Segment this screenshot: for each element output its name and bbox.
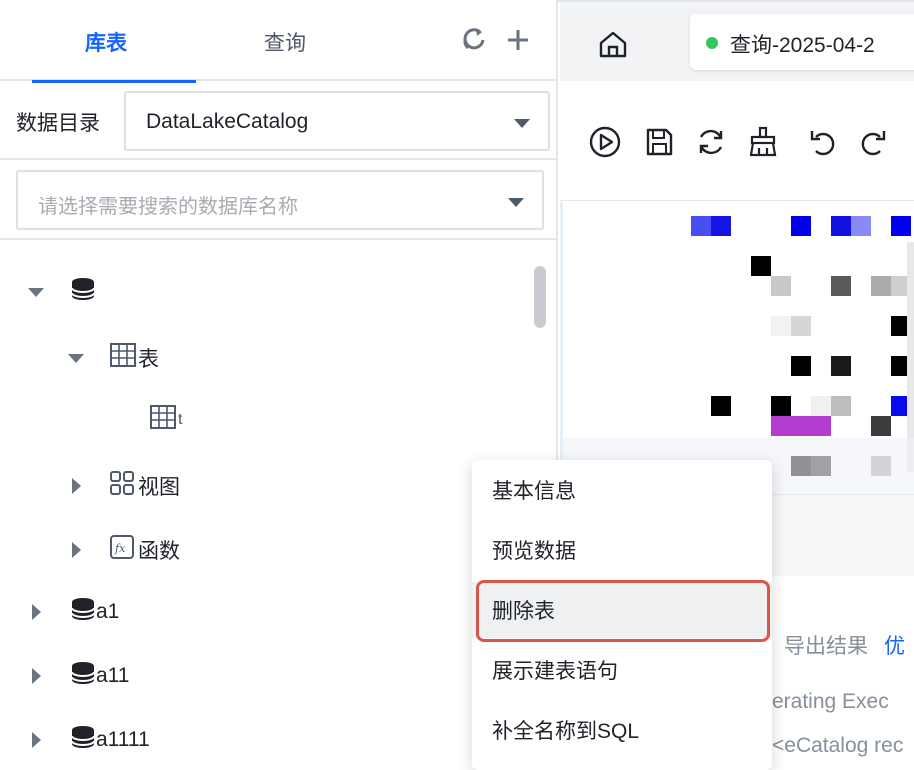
tree-label-db: a1111	[96, 728, 150, 751]
tab-actions	[460, 24, 532, 56]
tree-label-table-item: t	[178, 411, 183, 428]
catalog-row: 数据目录 DataLakeCatalog	[0, 81, 556, 160]
status-dot	[706, 37, 718, 49]
query-tab-label: 查询-2025-04-2	[730, 34, 875, 57]
redacted-block	[711, 216, 731, 236]
chevron-down-icon	[508, 198, 524, 207]
editor-toolbar	[560, 81, 914, 201]
caret-down-icon[interactable]	[28, 287, 44, 297]
redacted-block	[851, 216, 871, 236]
catalog-label: 数据目录	[16, 112, 100, 135]
caret-right-icon[interactable]	[72, 542, 81, 558]
redacted-block	[771, 416, 831, 436]
tree-scrollbar-thumb[interactable]	[534, 266, 546, 328]
menu-item-basic-info[interactable]: 基本信息	[472, 462, 772, 518]
caret-down-icon[interactable]	[68, 353, 84, 363]
menu-item-delete-table[interactable]: 删除表	[472, 582, 772, 638]
redacted-block	[691, 216, 711, 236]
tree-label-functions: 函数	[138, 540, 180, 563]
redacted-block	[831, 356, 851, 376]
result-actions: 导出结果优	[784, 630, 905, 660]
refresh-icon[interactable]	[460, 24, 488, 56]
add-icon[interactable]	[504, 24, 532, 56]
save-icon[interactable]	[642, 125, 676, 159]
redacted-block	[771, 396, 791, 416]
redo-icon[interactable]	[856, 125, 890, 159]
sync-icon[interactable]	[694, 125, 728, 159]
tree-label-tables: 表	[138, 348, 159, 371]
clear-brush-icon[interactable]	[746, 125, 780, 159]
redacted-block	[831, 396, 851, 416]
caret-right-icon[interactable]	[32, 732, 41, 748]
caret-right-icon[interactable]	[32, 604, 41, 620]
tree-node-db-a11[interactable]: a11	[32, 656, 129, 696]
query-tab[interactable]: 查询-2025-04-2	[690, 14, 914, 70]
export-result-link[interactable]: 导出结果	[784, 635, 868, 658]
redacted-block	[871, 276, 891, 296]
log-line: erating Exec	[772, 690, 889, 713]
tab-queries[interactable]: 查询	[196, 2, 374, 81]
optimize-link[interactable]: 优	[884, 635, 905, 658]
database-search-placeholder: 请选择需要搜索的数据库名称	[38, 196, 298, 218]
editor-tab-bar: 查询-2025-04-2	[560, 2, 914, 81]
tab-tables[interactable]: 库表	[16, 2, 196, 83]
menu-item-preview-data[interactable]: 预览数据	[472, 522, 772, 578]
menu-item-show-ddl[interactable]: 展示建表语句	[472, 642, 772, 698]
context-menu: 基本信息 预览数据 删除表 展示建表语句 补全名称到SQL	[472, 460, 772, 770]
table-icon	[150, 405, 176, 435]
tree-node-table-item[interactable]: t	[150, 400, 184, 440]
redacted-block	[791, 316, 811, 336]
redacted-block	[831, 216, 851, 236]
redacted-block	[811, 396, 831, 416]
caret-right-icon[interactable]	[32, 668, 41, 684]
catalog-value: DataLakeCatalog	[146, 110, 309, 133]
home-icon[interactable]	[596, 28, 630, 60]
database-search-select[interactable]: 请选择需要搜索的数据库名称	[16, 170, 544, 230]
database-icon	[70, 276, 96, 308]
svg-text:fx: fx	[114, 542, 126, 555]
menu-item-complete-name-to-sql[interactable]: 补全名称到SQL	[472, 702, 772, 758]
database-icon	[70, 596, 96, 628]
redacted-block	[711, 396, 731, 416]
chevron-down-icon	[514, 119, 530, 128]
tree-node-views[interactable]: 视图	[72, 466, 180, 506]
database-icon	[70, 724, 96, 756]
view-grid-icon	[110, 471, 134, 501]
tree-label-views: 视图	[138, 476, 180, 499]
redacted-block	[751, 256, 771, 276]
tree-node-functions[interactable]: fx 函数	[72, 530, 180, 570]
database-icon	[70, 660, 96, 692]
app-root: 库表 查询 数据目录 DataLakeCatalog 请选择需要搜索的数据库名称…	[0, 0, 914, 770]
redacted-block	[791, 356, 811, 376]
database-search-row: 请选择需要搜索的数据库名称	[0, 160, 556, 240]
run-icon[interactable]	[588, 125, 622, 159]
redacted-block	[771, 276, 791, 296]
redacted-block	[891, 216, 911, 236]
tree-node-db-root[interactable]	[28, 272, 96, 312]
tree-node-tables[interactable]: 表	[68, 338, 159, 378]
sql-editor[interactable]	[560, 202, 914, 494]
tree-label-db: a11	[96, 664, 130, 687]
redacted-block	[791, 216, 811, 236]
redacted-block	[871, 416, 891, 436]
catalog-select[interactable]: DataLakeCatalog	[124, 91, 550, 151]
redacted-block	[771, 316, 791, 336]
table-icon	[110, 343, 136, 373]
function-icon: fx	[110, 535, 134, 565]
tree-node-db-a1[interactable]: a1	[32, 592, 119, 632]
log-line: <eCatalog rec	[772, 734, 904, 757]
caret-right-icon[interactable]	[72, 478, 81, 494]
tree-label-db: a1	[96, 600, 120, 623]
redacted-block	[831, 276, 851, 296]
tree-node-db-a1111[interactable]: a1111	[32, 720, 150, 760]
left-tabs: 库表 查询	[0, 2, 556, 83]
undo-icon[interactable]	[806, 125, 840, 159]
